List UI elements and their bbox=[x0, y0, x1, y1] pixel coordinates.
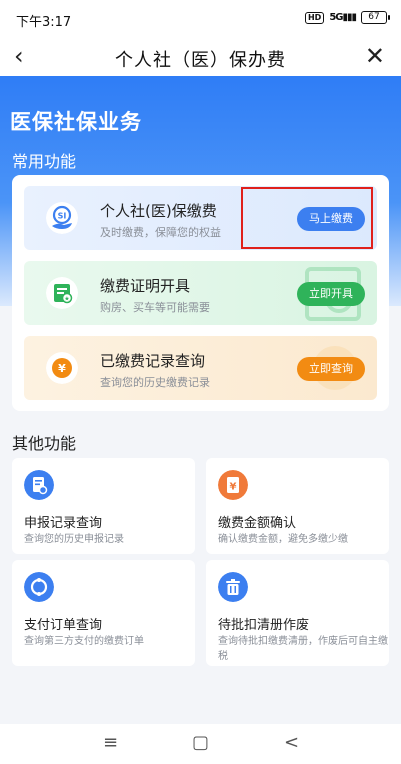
payment-order-tile[interactable]: 支付订单查询 查询第三方支付的缴费订单 bbox=[12, 560, 195, 666]
hd-icon: HD bbox=[304, 11, 325, 24]
social-security-icon: SI bbox=[46, 202, 78, 234]
payment-order-title: 支付订单查询 bbox=[24, 618, 103, 633]
signal-icon: 5G▮▮▮ bbox=[329, 12, 357, 23]
void-batch-list-subtitle: 查询待批扣缴费清册，作废后可自主缴税 bbox=[218, 636, 388, 662]
amount-confirm-title: 缴费金额确认 bbox=[218, 516, 297, 531]
svg-text:★: ★ bbox=[64, 296, 69, 303]
battery-icon: 67 bbox=[361, 11, 390, 24]
pay-insurance-subtitle: 及时缴费，保障您的权益 bbox=[100, 226, 221, 239]
pay-insurance-row[interactable]: SI 个人社(医)保缴费 及时缴费，保障您的权益 马上缴费 bbox=[24, 186, 377, 250]
highlight-box bbox=[241, 187, 373, 249]
hero-title: 医保社保业务 bbox=[10, 110, 142, 134]
document-icon bbox=[24, 470, 54, 500]
trash-icon bbox=[218, 572, 248, 602]
status-time: 下午3:17 bbox=[16, 15, 72, 30]
void-batch-list-tile[interactable]: 待批扣清册作废 查询待批扣缴费清册，作废后可自主缴税 bbox=[206, 560, 389, 666]
declaration-record-subtitle: 查询您的历史申报记录 bbox=[24, 534, 124, 545]
payment-certificate-subtitle: 购房、买车等可能需要 bbox=[100, 301, 210, 314]
void-batch-list-title: 待批扣清册作废 bbox=[218, 618, 310, 633]
common-functions-card: SI 个人社(医)保缴费 及时缴费，保障您的权益 马上缴费 ★ 缴费证明开具 购… bbox=[12, 175, 389, 411]
pay-insurance-title: 个人社(医)保缴费 bbox=[100, 202, 217, 220]
amount-confirm-tile[interactable]: ¥ 缴费金额确认 确认缴费金额，避免多缴少缴 bbox=[206, 458, 389, 554]
title-bar: ‹ 个人社（医）保办费 ✕ bbox=[0, 40, 401, 76]
declaration-record-tile[interactable]: 申报记录查询 查询您的历史申报记录 bbox=[12, 458, 195, 554]
status-icons: HD 5G▮▮▮ 67 bbox=[304, 11, 390, 24]
payment-record-title: 已缴费记录查询 bbox=[100, 352, 206, 370]
svg-text:¥: ¥ bbox=[230, 482, 237, 493]
common-functions-label: 常用功能 bbox=[12, 152, 77, 171]
status-bar: 下午3:17 HD 5G▮▮▮ 67 bbox=[0, 0, 401, 40]
battery-level: 67 bbox=[368, 12, 380, 22]
payment-record-row[interactable]: ¥ 已缴费记录查询 查询您的历史缴费记录 立即查询 bbox=[24, 336, 377, 400]
menu-icon[interactable]: ≡ bbox=[103, 732, 118, 753]
network-type: 5G bbox=[329, 12, 343, 23]
other-functions-label: 其他功能 bbox=[12, 434, 77, 453]
home-icon[interactable]: ▢ bbox=[192, 732, 209, 753]
certificate-icon: ★ bbox=[46, 277, 78, 309]
yen-icon: ¥ bbox=[218, 470, 248, 500]
payment-certificate-row[interactable]: ★ 缴费证明开具 购房、买车等可能需要 立即开具 bbox=[24, 261, 377, 325]
svg-text:¥: ¥ bbox=[58, 362, 66, 375]
query-now-button[interactable]: 立即查询 bbox=[297, 357, 365, 381]
declaration-record-title: 申报记录查询 bbox=[24, 516, 103, 531]
issue-now-button[interactable]: 立即开具 bbox=[297, 282, 365, 306]
svg-text:SI: SI bbox=[58, 212, 67, 221]
refresh-icon bbox=[24, 572, 54, 602]
amount-confirm-subtitle: 确认缴费金额，避免多缴少缴 bbox=[218, 534, 348, 545]
payment-certificate-title: 缴费证明开具 bbox=[100, 277, 191, 295]
page-title: 个人社（医）保办费 bbox=[115, 50, 286, 71]
back-nav-icon[interactable]: < bbox=[284, 732, 299, 753]
system-nav-bar: ≡ ▢ < bbox=[0, 724, 401, 764]
close-icon[interactable]: ✕ bbox=[365, 42, 385, 70]
payment-order-subtitle: 查询第三方支付的缴费订单 bbox=[24, 636, 144, 647]
yen-coin-icon: ¥ bbox=[46, 352, 78, 384]
payment-record-subtitle: 查询您的历史缴费记录 bbox=[100, 376, 210, 389]
